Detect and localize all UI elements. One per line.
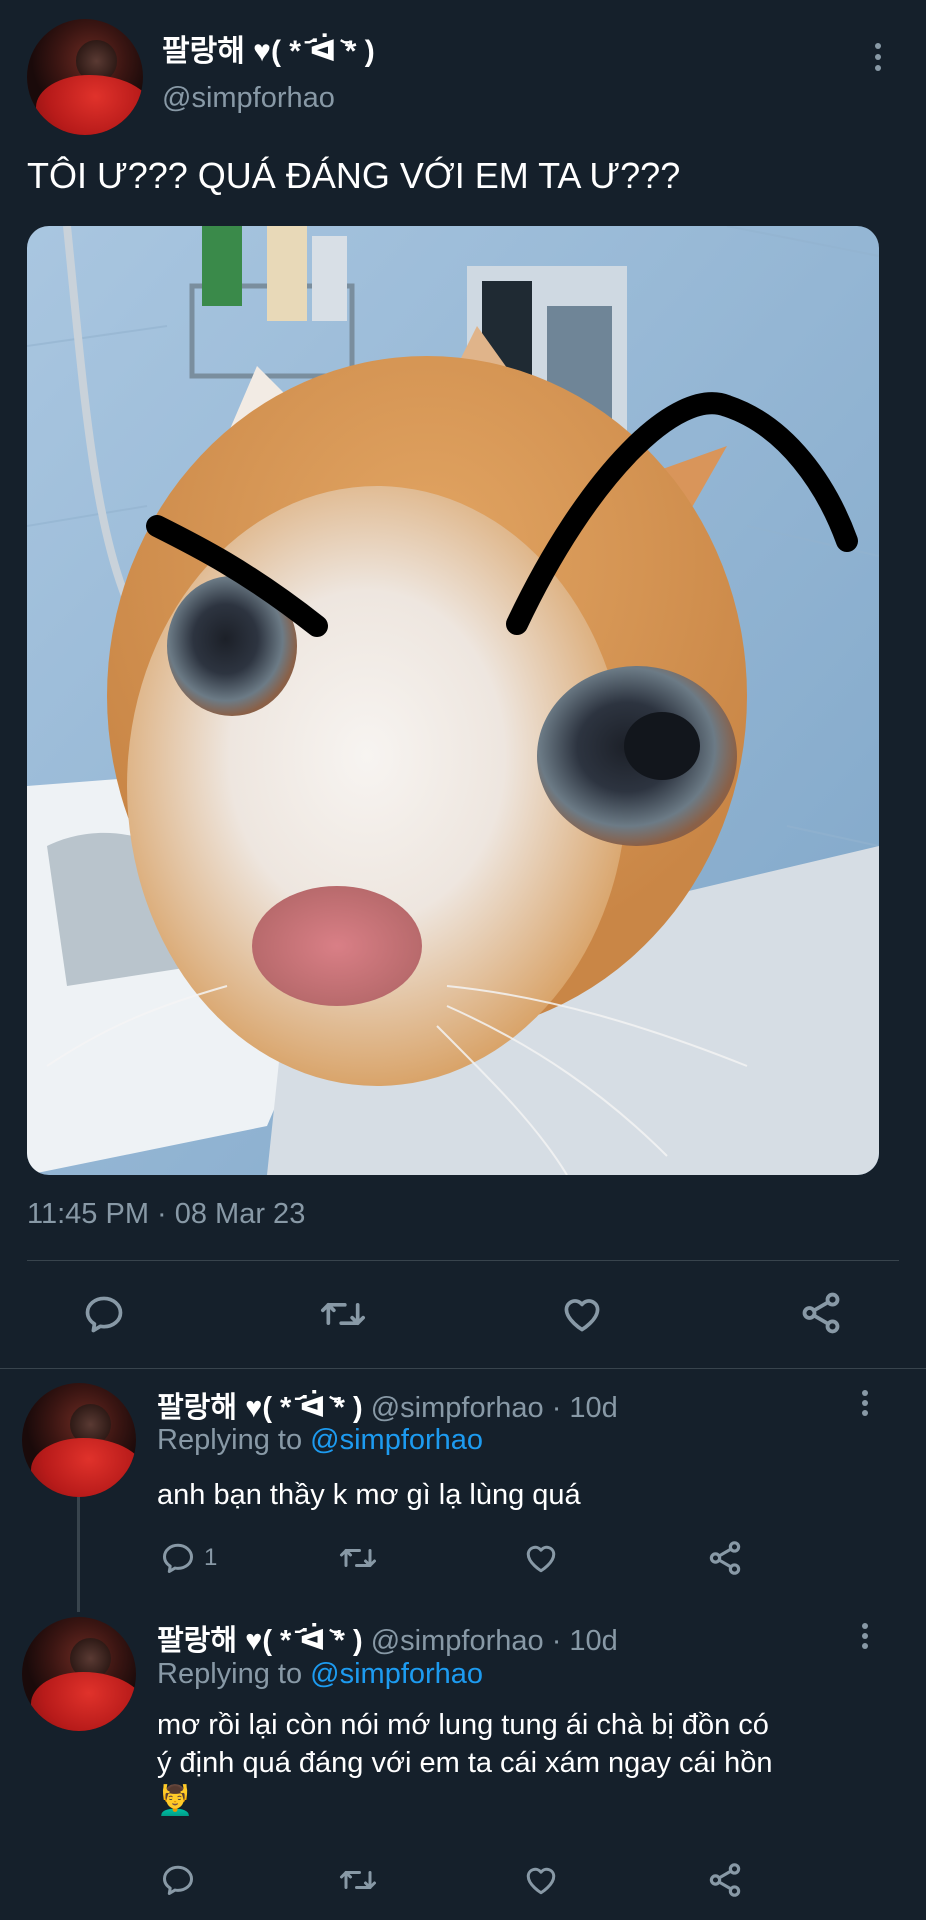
- handle[interactable]: @simpforhao: [162, 82, 335, 115]
- mention-link[interactable]: @simpforhao: [310, 1424, 483, 1456]
- handle[interactable]: @simpforhao: [371, 1625, 544, 1657]
- retweet-icon[interactable]: [337, 1540, 379, 1576]
- handle[interactable]: @simpforhao: [371, 1392, 544, 1424]
- reply-icon[interactable]: [82, 1292, 126, 1336]
- avatar[interactable]: [22, 1617, 136, 1731]
- divider: [0, 1368, 926, 1369]
- reply-text: anh bạn thầy k mơ gì lạ lùng quá: [157, 1479, 581, 1511]
- avatar-body: [36, 74, 143, 135]
- cat-photo: [27, 226, 879, 1175]
- more-options-icon[interactable]: [861, 1390, 869, 1416]
- more-options-icon[interactable]: [874, 43, 882, 71]
- like-icon[interactable]: [560, 1292, 604, 1336]
- tweet-image[interactable]: [27, 226, 879, 1175]
- mention-link[interactable]: @simpforhao: [310, 1658, 483, 1690]
- replying-to: Replying to @simpforhao: [157, 1658, 484, 1690]
- tweet-timestamp[interactable]: 11:45 PM · 08 Mar 23: [27, 1198, 305, 1231]
- share-icon[interactable]: [798, 1290, 844, 1336]
- reply-count: 1: [204, 1544, 218, 1571]
- reply-header: 팔랑해 ♥( * ᷄ᐛ ᷅* ) @simpforhao · 10d: [157, 1617, 618, 1659]
- reply-icon[interactable]: [160, 1862, 196, 1898]
- reply-text: mơ rồi lại còn nói mớ lung tung ái chà b…: [157, 1706, 773, 1820]
- reply-icon[interactable]: 1: [160, 1540, 217, 1576]
- tweet-text: TÔI Ư??? QUÁ ĐÁNG VỚI EM TA Ư???: [27, 155, 681, 196]
- like-icon[interactable]: [523, 1540, 559, 1576]
- emoji: 💆‍♂️: [157, 1785, 194, 1817]
- display-name[interactable]: 팔랑해 ♥( * ᷄ᐛ ᷅* ): [157, 1625, 363, 1657]
- retweet-icon[interactable]: [337, 1862, 379, 1898]
- share-icon[interactable]: [706, 1539, 744, 1577]
- thread-line: [77, 1497, 80, 1612]
- more-options-icon[interactable]: [861, 1623, 869, 1649]
- retweet-icon[interactable]: [318, 1292, 368, 1336]
- reply-time[interactable]: · 10d: [552, 1625, 618, 1657]
- replying-to: Replying to @simpforhao: [157, 1424, 484, 1456]
- avatar[interactable]: [22, 1383, 136, 1497]
- display-name[interactable]: 팔랑해 ♥( * ᷄ᐛ ᷅* ): [157, 1392, 363, 1424]
- display-name[interactable]: 팔랑해 ♥( * ᷄ᐛ ᷅* ): [162, 26, 375, 70]
- reply-time[interactable]: · 10d: [552, 1392, 618, 1424]
- share-icon[interactable]: [706, 1861, 744, 1899]
- like-icon[interactable]: [523, 1862, 559, 1898]
- avatar[interactable]: [27, 19, 143, 135]
- reply-header: 팔랑해 ♥( * ᷄ᐛ ᷅* ) @simpforhao · 10d: [157, 1384, 618, 1426]
- divider: [27, 1260, 899, 1261]
